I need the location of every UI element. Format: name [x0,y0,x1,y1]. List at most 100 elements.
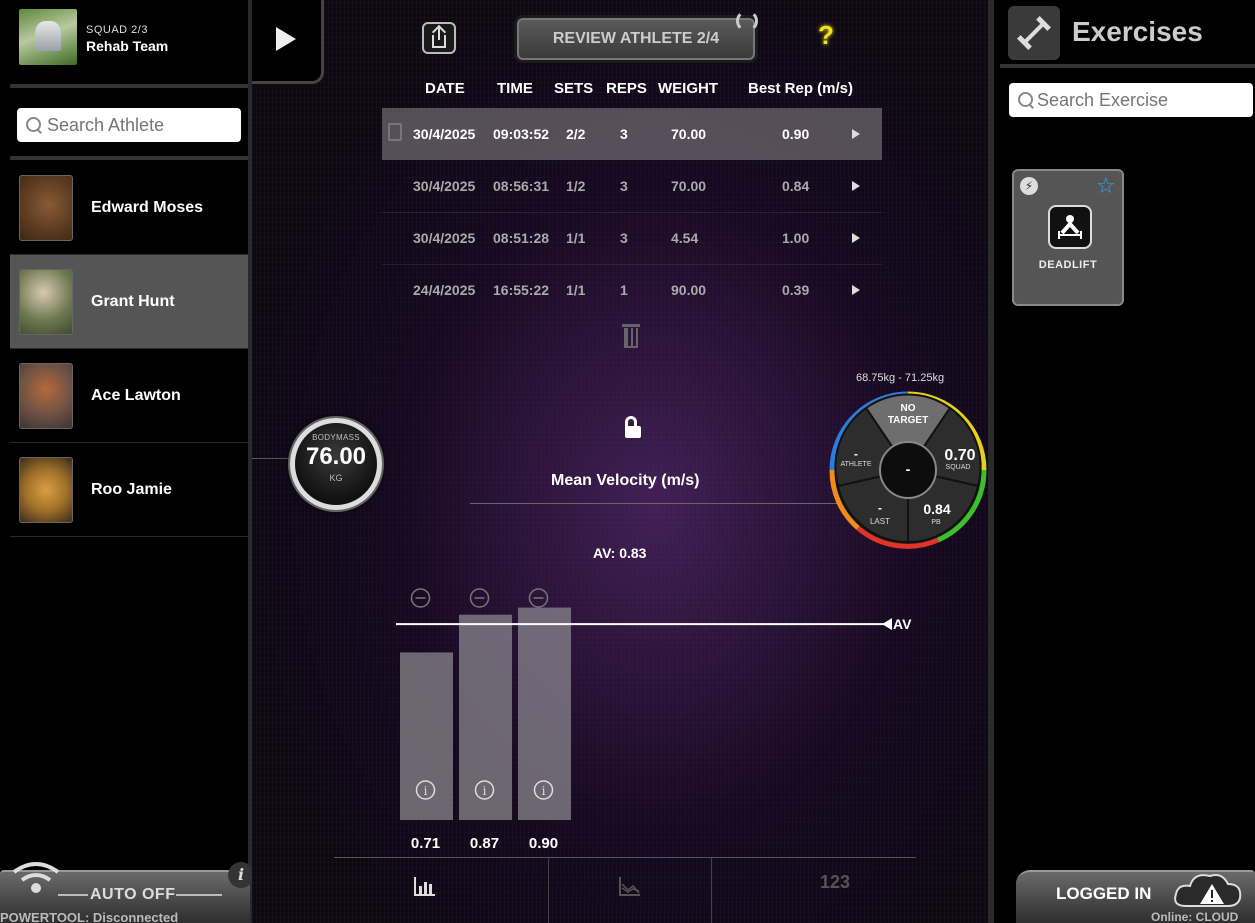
cell-sets: 1/2 [566,178,586,194]
cell-weight: 70.00 [671,178,707,194]
star-icon[interactable]: ☆ [1096,173,1116,199]
chevron-right-icon[interactable] [852,285,860,295]
col-best-rep: Best Rep (m/s) [748,80,854,97]
metric-label[interactable]: Mean Velocity (m/s) [551,472,700,490]
dumbbell-icon[interactable] [1008,6,1060,60]
exercise-card-deadlift[interactable]: ⚡ ☆ DEADLIFT [1012,169,1124,306]
tab-line-chart[interactable] [549,858,711,923]
chevron-right-icon[interactable] [852,181,860,191]
line-chart-icon [619,877,640,896]
help-button[interactable]: ? [818,20,834,51]
remove-rep-icon[interactable] [469,588,490,608]
cell-weight: 4.54 [671,230,699,246]
wifi-icon [12,862,60,893]
squad-selector[interactable]: SQUAD 2/3 Rehab Team [10,0,248,88]
bodymass-label: BODYMASS [312,433,360,442]
cell-reps: 3 [620,230,628,246]
unlock-icon[interactable] [625,416,641,438]
cell-sets: 1/1 [566,282,586,298]
athlete-name: Roo Jamie [91,480,172,498]
athlete-search-box[interactable] [17,108,241,142]
squad-avatar [19,9,77,65]
bodymass-dial[interactable]: BODYMASS 76.00 KG [290,418,382,510]
gauge-squad-label: SQUAD [946,464,971,471]
cell-date: 30/4/2025 [413,230,476,246]
svg-text:i: i [542,784,546,798]
weight-range: 68.75kg - 71.25kg [856,372,945,384]
athlete-avatar [19,362,73,429]
squad-counter: SQUAD 2/3 [86,24,148,36]
gauge-last-label: LAST [870,517,890,526]
athlete-item-roo-jamie[interactable]: Roo Jamie [10,443,248,537]
tab-numbers[interactable]: 123 [712,858,916,923]
col-reps: REPS [606,80,647,97]
cell-sets: 1/1 [566,230,586,246]
athlete-item-grant-hunt[interactable]: Grant Hunt [10,255,248,349]
col-date: DATE [425,80,465,97]
toggle-track-right [176,894,222,896]
powertool-panel[interactable]: AUTO OFF POWERTOOL: Disconnected i [0,862,254,923]
info-icon[interactable]: i [228,862,254,888]
cell-date: 30/4/2025 [413,126,476,142]
athlete-avatar [19,268,73,335]
athlete-avatar [19,456,73,523]
table-row[interactable]: 24/4/2025 16:55:22 1/1 1 90.00 0.39 [382,264,882,316]
exercise-name: DEADLIFT [1038,259,1098,271]
tab-bar-chart[interactable] [334,858,548,923]
divider [470,503,882,504]
auto-toggle[interactable]: AUTO OFF [90,886,175,904]
remove-rep-icon[interactable] [410,588,431,608]
athlete-search-input[interactable] [47,114,227,136]
chevron-right-icon[interactable] [852,129,860,139]
bar-value-label: 0.71 [411,835,440,852]
remove-rep-icon[interactable] [528,588,549,608]
edit-icon[interactable] [388,123,402,141]
divider [10,156,248,160]
search-icon [1017,91,1035,109]
bar-value-label: 0.90 [529,835,558,852]
average-line-label: AV [893,616,912,632]
squad-name: Rehab Team [86,38,169,54]
exercise-search-box[interactable] [1009,83,1253,117]
exercise-search-input[interactable] [1037,89,1237,111]
gauge-squad-value: 0.70 [944,447,975,464]
cell-time: 16:55:22 [493,282,550,298]
cell-reps: 1 [620,282,628,298]
view-tabs: 123 [334,858,916,923]
chevron-right-icon[interactable] [852,233,860,243]
review-athlete-button[interactable]: REVIEW ATHLETE 2/4 [517,18,755,60]
athlete-item-edward-moses[interactable]: Edward Moses [10,161,248,255]
cell-reps: 3 [620,126,628,142]
cell-weight: 90.00 [671,282,707,298]
table-row[interactable]: 30/4/2025 08:51:28 1/1 3 4.54 1.00 [382,212,882,264]
table-row[interactable]: 30/4/2025 08:56:31 1/2 3 70.00 0.84 [382,160,882,212]
gauge-pb-value: 0.84 [923,501,950,517]
cell-best: 0.84 [782,178,810,194]
share-button[interactable] [422,22,456,54]
athlete-name: Grant Hunt [91,292,175,310]
cell-weight: 70.00 [671,126,707,142]
login-panel[interactable]: LOGGED IN Online: CLOUD [1016,870,1255,923]
bodymass-value: 76.00 [305,443,367,470]
play-button[interactable] [252,0,324,84]
numbers-icon: 123 [820,872,851,892]
deadlift-icon [1048,205,1092,249]
trash-icon[interactable] [622,320,640,350]
average-marker-icon[interactable] [882,618,892,631]
gauge-athlete-label: ATHLETE [841,461,872,468]
cell-reps: 3 [620,178,628,194]
athlete-sidebar: SQUAD 2/3 Rehab Team Edward Moses Grant … [0,0,252,923]
athlete-name: Ace Lawton [91,386,181,404]
sync-icon[interactable] [736,10,758,32]
athlete-item-ace-lawton[interactable]: Ace Lawton [10,349,248,443]
gauge-center-value: - [906,461,911,477]
bodymass-unit: KG [329,473,343,483]
target-gauge[interactable]: NO TARGET - - ATHLETE 0.70 SQUAD - LAST … [828,390,988,550]
col-sets: SETS [554,80,594,97]
gauge-athlete-value: - [854,447,858,461]
connection-status: Online: CLOUD [1151,910,1239,923]
table-row[interactable]: 30/4/2025 09:03:52 2/2 3 70.00 0.90 [382,108,882,160]
toggle-track-left [58,894,88,896]
bar-chart-icon [414,877,435,896]
cloud-warning-icon[interactable] [1172,872,1252,908]
